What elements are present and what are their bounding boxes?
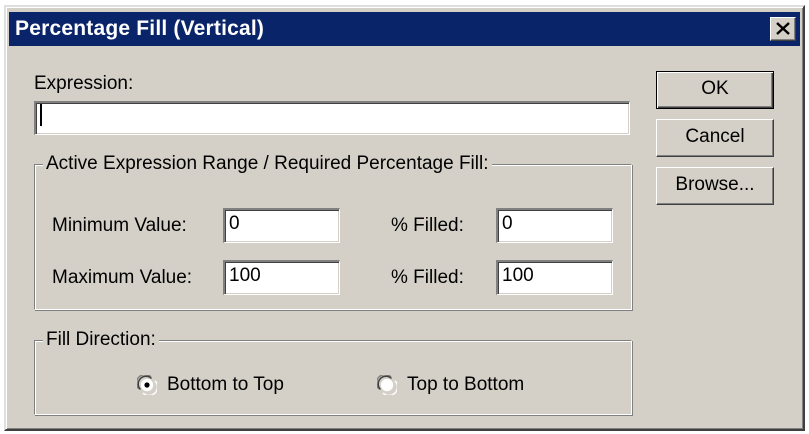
radio-top-to-bottom-label: Top to Bottom xyxy=(407,374,525,395)
dialog-title: Percentage Fill (Vertical) xyxy=(15,17,265,40)
max-filled-label: % Filled: xyxy=(391,267,464,288)
min-filled-input[interactable]: 0 xyxy=(496,208,613,243)
maximum-value-input[interactable]: 100 xyxy=(223,260,340,295)
percentage-fill-dialog: Percentage Fill (Vertical) Expression: O… xyxy=(4,5,805,431)
radio-bottom-to-top[interactable]: Bottom to Top xyxy=(137,373,317,397)
radio-bottom-to-top-label: Bottom to Top xyxy=(167,374,284,395)
cancel-button[interactable]: Cancel xyxy=(656,119,774,157)
expression-label: Expression: xyxy=(34,73,134,94)
radio-selected-icon xyxy=(137,375,157,395)
minimum-value-label: Minimum Value: xyxy=(52,215,187,236)
ok-button[interactable]: OK xyxy=(656,71,774,109)
minimum-value-input[interactable]: 0 xyxy=(223,208,340,243)
max-filled-input[interactable]: 100 xyxy=(496,260,613,295)
radio-top-to-bottom[interactable]: Top to Bottom xyxy=(377,373,557,397)
radio-unselected-icon xyxy=(377,375,397,395)
min-filled-label: % Filled: xyxy=(391,215,464,236)
range-group-title: Active Expression Range / Required Perce… xyxy=(43,153,492,175)
text-caret xyxy=(40,104,42,127)
expression-input[interactable] xyxy=(34,101,630,135)
close-button[interactable] xyxy=(770,17,796,41)
close-icon xyxy=(776,22,790,35)
fill-direction-group-title: Fill Direction: xyxy=(43,329,159,351)
fill-direction-groupbox: Fill Direction: Bottom to Top Top to Bot… xyxy=(34,329,632,415)
browse-button[interactable]: Browse... xyxy=(656,167,774,205)
title-bar: Percentage Fill (Vertical) xyxy=(9,12,800,46)
range-groupbox: Active Expression Range / Required Perce… xyxy=(34,153,632,310)
maximum-value-label: Maximum Value: xyxy=(52,267,193,288)
